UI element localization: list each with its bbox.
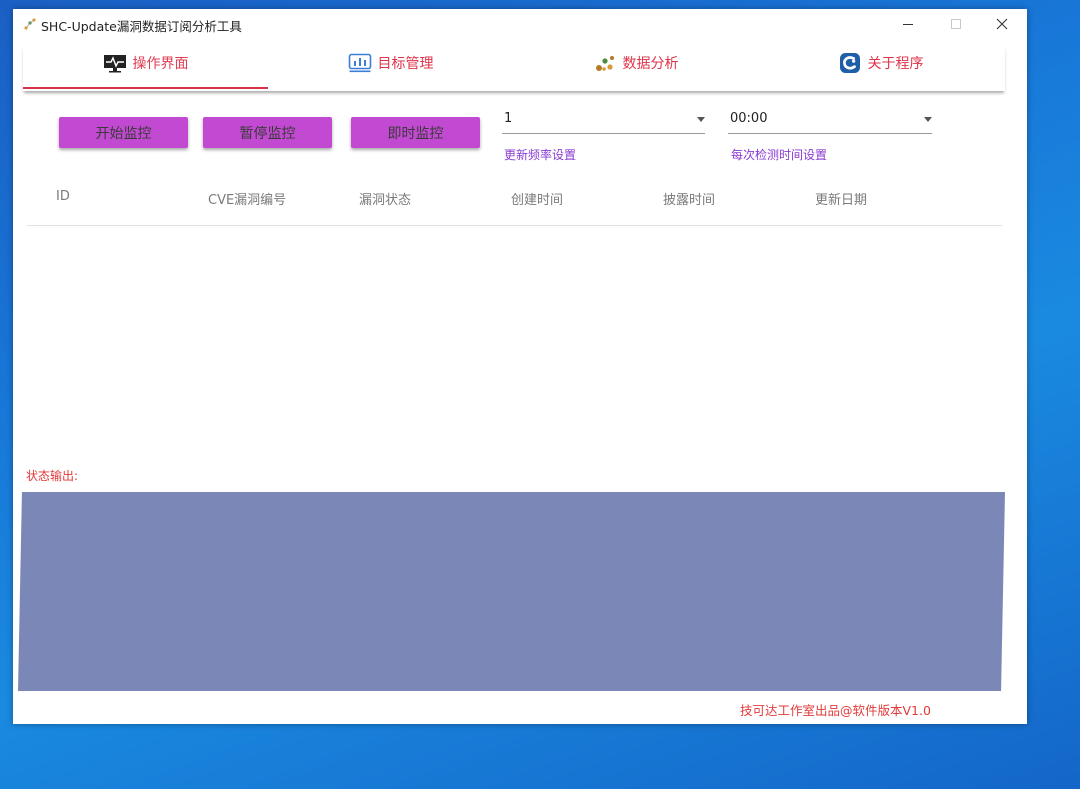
close-icon bbox=[996, 18, 1008, 30]
active-tab-indicator bbox=[23, 87, 268, 89]
monitor-pulse-icon bbox=[103, 55, 126, 73]
column-header-cve[interactable]: CVE漏洞编号 bbox=[208, 189, 286, 208]
frequency-select[interactable]: 1 bbox=[502, 109, 705, 134]
instant-monitor-button[interactable]: 即时监控 bbox=[351, 117, 480, 148]
column-header-updated[interactable]: 更新日期 bbox=[815, 189, 867, 208]
app-window: SHC-Update漏洞数据订阅分析工具 操作界面 目标管理 数据分析 关于程序… bbox=[13, 9, 1027, 724]
tab-label: 操作界面 bbox=[132, 56, 189, 72]
minimize-icon bbox=[903, 23, 913, 25]
pause-monitor-button[interactable]: 暂停监控 bbox=[203, 117, 332, 148]
tab-about[interactable]: 关于程序 bbox=[758, 45, 1003, 89]
column-header-created[interactable]: 创建时间 bbox=[511, 189, 563, 208]
column-header-id[interactable]: ID bbox=[56, 189, 70, 204]
window-title: SHC-Update漏洞数据订阅分析工具 bbox=[41, 19, 242, 34]
tab-label: 数据分析 bbox=[622, 56, 679, 72]
column-header-disclosed[interactable]: 披露时间 bbox=[663, 189, 715, 208]
tab-bar: 操作界面 目标管理 数据分析 关于程序 bbox=[23, 45, 1005, 91]
maximize-button[interactable] bbox=[934, 13, 978, 35]
tab-data-analysis[interactable]: 数据分析 bbox=[513, 45, 758, 89]
scatter-dots-icon bbox=[595, 56, 614, 71]
tab-operation[interactable]: 操作界面 bbox=[23, 45, 268, 89]
tab-target-management[interactable]: 目标管理 bbox=[268, 45, 513, 89]
minimize-button[interactable] bbox=[886, 13, 930, 35]
check-time-select[interactable]: 00:00 bbox=[728, 109, 932, 134]
vuln-table-header: ID CVE漏洞编号 漏洞状态 创建时间 披露时间 更新日期 bbox=[27, 179, 1002, 226]
app-logo-icon bbox=[839, 53, 860, 73]
column-header-status[interactable]: 漏洞状态 bbox=[359, 189, 411, 208]
tab-label: 目标管理 bbox=[377, 56, 434, 72]
tab-label: 关于程序 bbox=[867, 56, 924, 72]
check-time-hint: 每次检测时间设置 bbox=[731, 148, 828, 162]
frequency-hint: 更新频率设置 bbox=[504, 148, 577, 162]
check-time-value: 00:00 bbox=[730, 111, 768, 126]
maximize-icon bbox=[951, 19, 961, 29]
title-bar[interactable]: SHC-Update漏洞数据订阅分析工具 bbox=[13, 9, 1027, 39]
footer-version: 技可达工作室出品@软件版本V1.0 bbox=[740, 703, 931, 718]
frequency-value: 1 bbox=[504, 111, 513, 126]
status-output-area[interactable] bbox=[18, 492, 1005, 691]
close-button[interactable] bbox=[980, 13, 1024, 35]
bar-chart-icon bbox=[348, 53, 371, 73]
chevron-down-icon bbox=[924, 117, 932, 122]
start-monitor-button[interactable]: 开始监控 bbox=[59, 117, 188, 148]
chevron-down-icon bbox=[697, 117, 705, 122]
status-output-label: 状态输出: bbox=[26, 469, 79, 483]
app-icon bbox=[24, 18, 36, 30]
